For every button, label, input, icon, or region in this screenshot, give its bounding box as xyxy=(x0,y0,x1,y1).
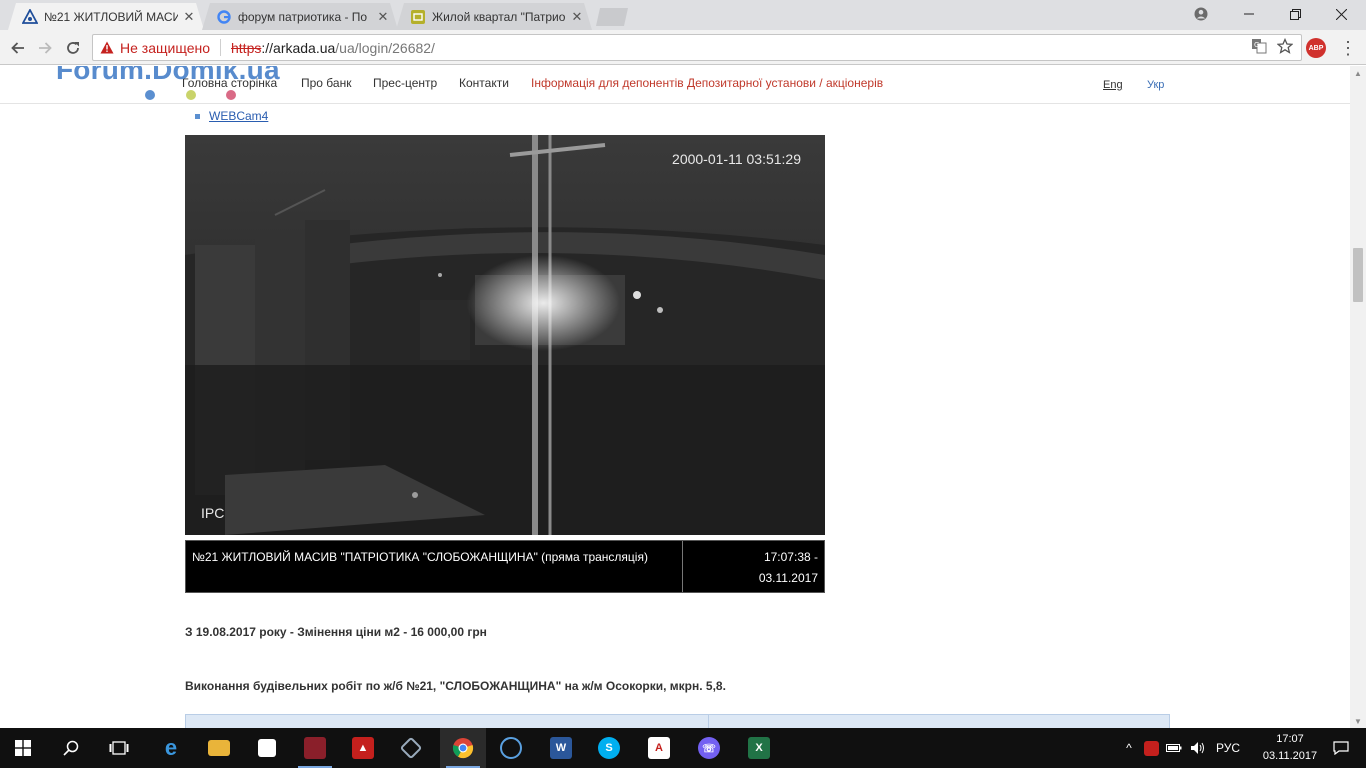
address-bar[interactable]: Не защищено https ://arkada.ua /ua/login… xyxy=(92,34,1302,61)
camera-label: IPC xyxy=(201,505,225,521)
excel-icon[interactable]: X xyxy=(736,728,782,768)
url-host: ://arkada.ua xyxy=(261,39,336,56)
nav-item-contacts[interactable]: Контакти xyxy=(459,76,509,90)
works-heading: Виконання будівельних робіт по ж/б №21, … xyxy=(185,679,726,693)
close-tab-icon[interactable]: ✕ xyxy=(376,9,390,24)
bullet-icon xyxy=(195,113,200,119)
windows-taskbar: e ▲ W S A ☏ X ^ РУС 17:07 03.11.2017 xyxy=(0,728,1366,768)
svg-text:G: G xyxy=(1254,41,1259,49)
lang-uk-link[interactable]: Укр xyxy=(1147,79,1164,91)
browser-tab-google[interactable]: форум патриотика - По ✕ xyxy=(202,3,398,30)
scroll-down-icon[interactable]: ▼ xyxy=(1350,714,1366,728)
back-arrow-icon[interactable] xyxy=(6,36,30,60)
url-scheme: https xyxy=(231,39,262,56)
stream-date: 03.11.2017 xyxy=(758,571,818,585)
progress-table xyxy=(185,714,1170,728)
chevron-up-icon[interactable]: ^ xyxy=(1118,741,1140,755)
acrobat-icon[interactable]: ▲ xyxy=(340,728,386,768)
tab-title: форум патриотика - По xyxy=(238,9,368,24)
watermark-dot xyxy=(186,90,196,100)
price-notice: З 19.08.2017 року - Змінення ціни м2 - 1… xyxy=(185,625,487,639)
bookmark-star-icon[interactable] xyxy=(1276,37,1294,58)
menu-dots-icon[interactable]: ⋮ xyxy=(1338,37,1358,59)
close-window-icon[interactable] xyxy=(1318,0,1364,28)
word-icon[interactable]: W xyxy=(538,728,584,768)
edge-icon[interactable]: e xyxy=(148,728,194,768)
forward-arrow-icon[interactable] xyxy=(33,36,57,60)
pdf-icon[interactable]: A xyxy=(636,728,682,768)
tab-title: Жилой квартал "Патрио xyxy=(432,9,566,24)
browser-toolbar: Не защищено https ://arkada.ua /ua/login… xyxy=(0,30,1366,65)
profile-icon[interactable] xyxy=(1178,0,1224,28)
stream-time: 17:07:38 - xyxy=(763,550,818,564)
store-icon[interactable] xyxy=(244,728,290,768)
clock-time: 17:07 xyxy=(1276,733,1304,745)
adblock-icon[interactable]: ABP xyxy=(1306,38,1326,58)
webcam-stream[interactable]: 2000-01-11 03:51:29 IPC xyxy=(185,135,825,535)
start-icon[interactable] xyxy=(0,728,46,768)
battery-icon[interactable] xyxy=(1162,743,1186,753)
connect-icon[interactable] xyxy=(488,728,534,768)
task-view-icon[interactable] xyxy=(96,728,142,768)
skype-icon[interactable]: S xyxy=(586,728,632,768)
nav-item-depositary[interactable]: Інформація для депонентів Депозитарної у… xyxy=(531,76,883,90)
domik-icon xyxy=(410,9,426,25)
url-path: /ua/login/26682/ xyxy=(335,39,435,56)
google-icon xyxy=(216,9,232,25)
camera-timestamp: 2000-01-11 03:51:29 xyxy=(672,151,801,167)
antivirus-icon[interactable] xyxy=(1140,740,1162,756)
virtualbox-icon[interactable] xyxy=(388,728,434,768)
nav-item-press[interactable]: Прес-центр xyxy=(373,76,437,90)
browser-tab-arkada[interactable]: №21 ЖИТЛОВИЙ МАСИ ✕ xyxy=(8,3,204,30)
watermark-dot xyxy=(145,90,155,100)
page-viewport: Головна сторінка Про банк Прес-центр Кон… xyxy=(0,66,1350,728)
reload-icon[interactable] xyxy=(61,36,85,60)
browser-tab-domik[interactable]: Жилой квартал "Патрио ✕ xyxy=(396,3,592,30)
tab-strip: №21 ЖИТЛОВИЙ МАСИ ✕ форум патриотика - П… xyxy=(0,0,1366,30)
system-tray: ^ РУС xyxy=(1118,728,1246,768)
restore-icon[interactable] xyxy=(1272,0,1318,28)
watermark-dot xyxy=(226,90,236,100)
clock-date: 03.11.2017 xyxy=(1262,750,1318,762)
explorer-icon[interactable] xyxy=(196,728,242,768)
close-tab-icon[interactable]: ✕ xyxy=(182,9,196,24)
stream-caption: №21 ЖИТЛОВИЙ МАСИВ "ПАТРІОТИКА "СЛОБОЖАН… xyxy=(185,540,825,593)
lang-en-link[interactable]: Eng xyxy=(1103,79,1123,91)
page-scrollbar[interactable]: ▲ ▼ xyxy=(1350,66,1366,728)
new-tab-button[interactable] xyxy=(596,8,628,26)
minimize-icon[interactable] xyxy=(1226,0,1272,28)
arkada-icon xyxy=(22,8,38,25)
nav-item-about[interactable]: Про банк xyxy=(301,76,351,90)
taskbar-clock[interactable]: 17:07 03.11.2017 xyxy=(1262,731,1318,765)
webcam-list-item: WEBCam4 xyxy=(195,109,268,123)
viber-icon[interactable]: ☏ xyxy=(686,728,732,768)
translate-icon[interactable]: G xyxy=(1251,38,1267,58)
input-language[interactable]: РУС xyxy=(1210,741,1246,755)
media-app-icon[interactable] xyxy=(292,728,338,768)
search-icon[interactable] xyxy=(48,728,94,768)
stream-datetime: 17:07:38 - 03.11.2017 xyxy=(683,541,824,592)
close-tab-icon[interactable]: ✕ xyxy=(570,9,584,24)
tab-title: №21 ЖИТЛОВИЙ МАСИ xyxy=(44,9,178,24)
volume-icon[interactable] xyxy=(1186,741,1210,755)
security-label[interactable]: Не защищено xyxy=(120,40,210,56)
scroll-thumb[interactable] xyxy=(1353,248,1363,302)
chrome-icon[interactable] xyxy=(440,728,486,768)
forum-watermark: Forum.Domik.ua xyxy=(56,66,280,85)
notifications-icon[interactable] xyxy=(1318,728,1364,768)
webcam4-link[interactable]: WEBCam4 xyxy=(209,109,268,123)
stream-title: №21 ЖИТЛОВИЙ МАСИВ "ПАТРІОТИКА "СЛОБОЖАН… xyxy=(186,541,683,592)
warning-icon[interactable] xyxy=(100,41,114,55)
webcam-frame-illustration xyxy=(185,135,825,535)
scroll-up-icon[interactable]: ▲ xyxy=(1350,66,1366,80)
